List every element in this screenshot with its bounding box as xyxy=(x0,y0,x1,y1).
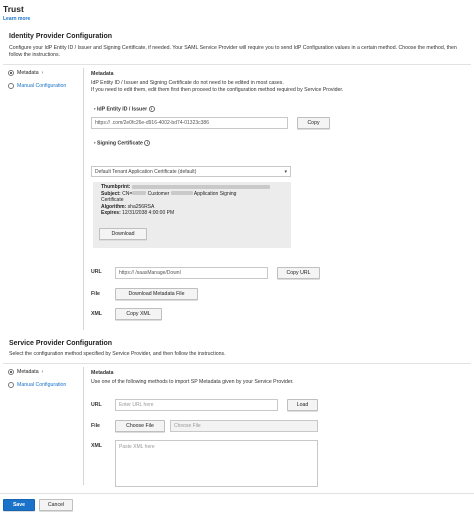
chevron-right-icon: › xyxy=(41,70,44,76)
chevron-down-icon: ▾ xyxy=(284,168,287,175)
cert-subject-cont: Certificate xyxy=(101,197,124,203)
copy-url-button[interactable]: Copy URL xyxy=(277,267,320,279)
sp-metadata-desc: Use one of the following methods to impo… xyxy=(91,379,294,385)
divider xyxy=(3,363,471,364)
vertical-divider xyxy=(83,367,84,485)
chevron-right-icon: › xyxy=(41,369,44,375)
xml-label: XML xyxy=(91,311,102,317)
entity-id-label: • IdP Entity ID / Issuer i xyxy=(94,106,155,112)
radio-selected-icon xyxy=(8,369,14,375)
cert-subject: Subject: CN= Customer Application Signin… xyxy=(101,190,237,197)
sp-xml-textarea[interactable]: Paste XML here xyxy=(115,440,318,487)
idp-metadata-title: Metadata xyxy=(91,71,114,77)
redacted-value xyxy=(131,184,270,189)
divider xyxy=(3,64,471,65)
sp-method-metadata[interactable]: Metadata › xyxy=(8,369,43,375)
idp-method-manual[interactable]: Manual Configuration xyxy=(8,83,66,89)
sp-heading: Service Provider Configuration xyxy=(9,340,113,347)
signing-cert-select[interactable]: Default Tenant Application Certificate (… xyxy=(91,166,291,177)
redacted-value xyxy=(132,191,147,196)
download-cert-button[interactable]: Download xyxy=(99,228,147,240)
info-icon[interactable]: i xyxy=(148,106,155,112)
cancel-button[interactable]: Cancel xyxy=(39,499,73,511)
vertical-divider xyxy=(83,68,84,330)
sp-metadata-title: Metadata xyxy=(91,370,114,376)
copy-entity-id-button[interactable]: Copy xyxy=(297,117,330,129)
signing-cert-label: • Signing Certificate i xyxy=(94,140,151,146)
cert-expires: Expires: 12/31/2038 4:00:00 PM xyxy=(101,210,175,216)
file-label: File xyxy=(91,291,100,297)
page-title: Trust xyxy=(3,4,24,14)
radio-selected-icon xyxy=(8,70,14,76)
sp-xml-label: XML xyxy=(91,443,102,449)
choose-file-button[interactable]: Choose File xyxy=(115,420,165,432)
idp-heading: Identity Provider Configuration xyxy=(9,33,113,40)
sp-description: Select the configuration method specifie… xyxy=(9,351,226,357)
metadata-url-input[interactable]: https:// /saasManage/Downl xyxy=(115,267,268,279)
redacted-value xyxy=(170,191,193,196)
sp-method-manual[interactable]: Manual Configuration xyxy=(8,382,66,388)
radio-unselected-icon xyxy=(8,382,14,388)
save-button[interactable]: Save xyxy=(3,499,35,511)
load-url-button[interactable]: Load xyxy=(287,399,318,411)
learn-more-link[interactable]: Learn more xyxy=(3,16,30,22)
radio-unselected-icon xyxy=(8,83,14,89)
idp-method-metadata[interactable]: Metadata › xyxy=(8,70,43,76)
copy-xml-button[interactable]: Copy XML xyxy=(115,308,162,320)
download-metadata-button[interactable]: Download Metadata File xyxy=(115,288,198,300)
idp-metadata-desc-2: If you need to edit them, edit them firs… xyxy=(91,87,344,93)
sp-file-label: File xyxy=(91,423,100,429)
cert-algorithm: Algorithm: sha256RSA xyxy=(101,203,155,210)
idp-metadata-desc-1: IdP Entity ID / Issuer and Signing Certi… xyxy=(91,80,284,86)
info-icon[interactable]: i xyxy=(144,140,151,146)
cert-thumbprint: Thumbprint: xyxy=(101,184,270,190)
footer-divider xyxy=(0,493,474,494)
chosen-file-field: Choose File xyxy=(170,420,318,432)
sp-url-label: URL xyxy=(91,402,102,408)
entity-id-input[interactable]: https:// .com/2e0fc26e-d916-4002-bd74-01… xyxy=(91,117,288,129)
url-label: URL xyxy=(91,269,102,275)
idp-description: Configure your IdP Entity ID / Issuer an… xyxy=(9,45,457,58)
sp-url-input[interactable]: Enter URL here xyxy=(115,399,278,411)
